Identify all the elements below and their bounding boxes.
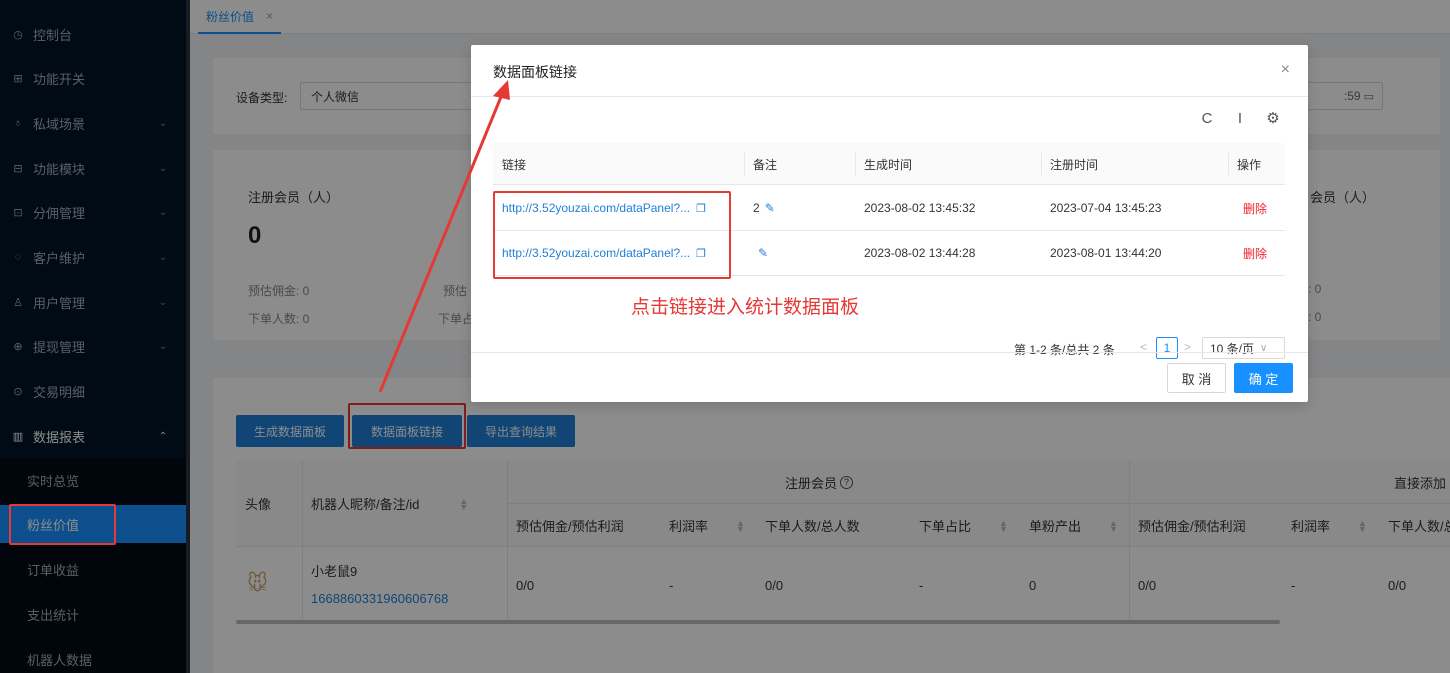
modal-col-link: 链接 bbox=[502, 157, 527, 172]
note-value: 2 bbox=[753, 201, 760, 215]
settings-icon[interactable]: ⚙ bbox=[1264, 109, 1282, 127]
edit-icon[interactable]: ✎ bbox=[765, 201, 775, 215]
modal-col-note: 备注 bbox=[753, 157, 778, 172]
fan-value-highlight bbox=[9, 504, 116, 545]
header-sep bbox=[1228, 153, 1229, 175]
delete-link[interactable]: 删除 bbox=[1243, 231, 1267, 275]
page-1-button[interactable]: 1 bbox=[1156, 337, 1178, 359]
registered-cell: 2023-07-04 13:45:23 bbox=[1050, 201, 1162, 215]
pager-summary: 第 1-2 条/总共 2 条 bbox=[1014, 343, 1115, 357]
header-sep bbox=[855, 153, 856, 175]
delete-link[interactable]: 删除 bbox=[1243, 186, 1267, 230]
modal-col-created: 生成时间 bbox=[864, 157, 913, 172]
note-cell: ✎ bbox=[753, 231, 768, 275]
annotation-text: 点击链接进入统计数据面板 bbox=[631, 297, 860, 318]
modal-header-divider bbox=[471, 96, 1308, 97]
modal-col-action: 操作 bbox=[1237, 157, 1262, 172]
close-icon[interactable]: × bbox=[1281, 61, 1290, 79]
modal-title: 数据面板链接 bbox=[493, 64, 577, 80]
created-cell: 2023-08-02 13:44:28 bbox=[864, 246, 976, 260]
header-sep bbox=[1041, 153, 1042, 175]
column-height-icon[interactable]: I bbox=[1231, 109, 1249, 127]
registered-cell: 2023-08-01 13:44:20 bbox=[1050, 246, 1162, 260]
edit-icon[interactable]: ✎ bbox=[758, 246, 768, 260]
refresh-icon[interactable]: C bbox=[1198, 109, 1216, 127]
page-size-value: 10 条/页 bbox=[1210, 341, 1255, 356]
created-cell: 2023-08-02 13:45:32 bbox=[864, 201, 976, 215]
cancel-button[interactable]: 取 消 bbox=[1167, 363, 1226, 393]
modal-footer-divider bbox=[471, 352, 1308, 353]
ok-button[interactable]: 确 定 bbox=[1234, 363, 1293, 393]
note-cell: 2 ✎ bbox=[753, 186, 775, 230]
panel-link-modal: 数据面板链接 × C I ⚙ 链接 备注 生成时间 注册时间 操作 http:/… bbox=[471, 45, 1308, 402]
link-highlight bbox=[493, 191, 731, 279]
header-sep bbox=[744, 153, 745, 175]
page-size-select[interactable]: 10 条/页 ∨ bbox=[1202, 337, 1285, 359]
modal-col-registered: 注册时间 bbox=[1050, 157, 1099, 172]
